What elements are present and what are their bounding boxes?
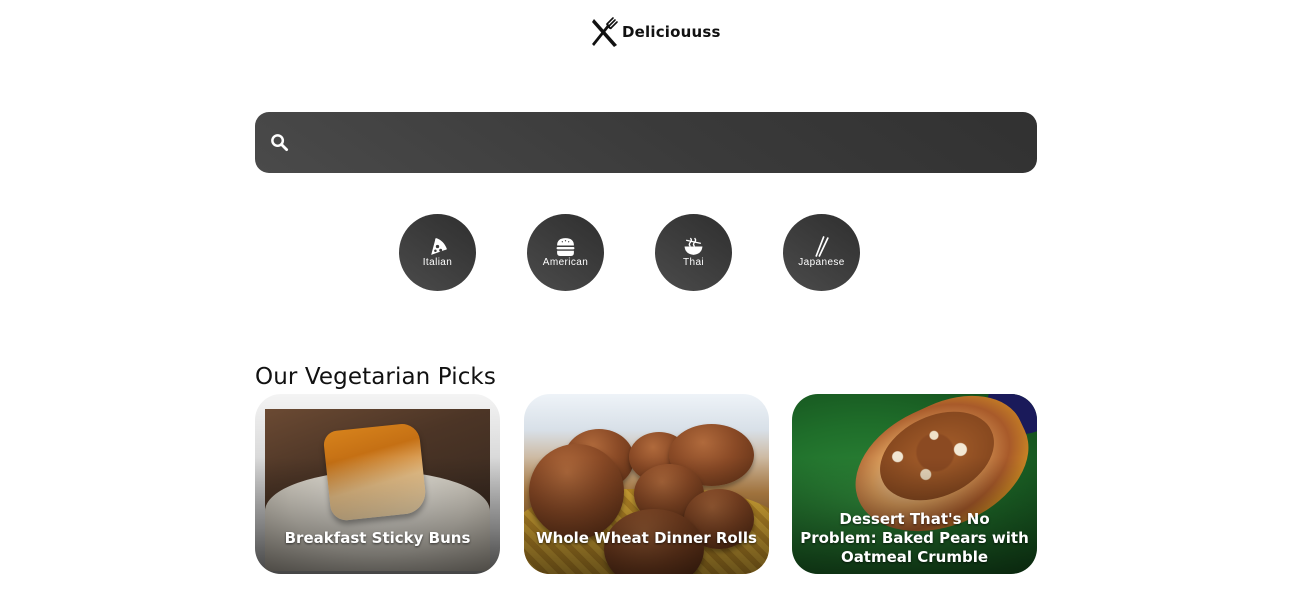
search-bar — [255, 112, 1037, 173]
recipe-card-whole-wheat-dinner-rolls[interactable]: Whole Wheat Dinner Rolls — [524, 394, 769, 574]
card-title: Dessert That's No Problem: Baked Pears w… — [800, 510, 1029, 566]
fork-knife-icon — [592, 17, 618, 47]
recipe-card-breakfast-sticky-buns[interactable]: Breakfast Sticky Buns — [255, 394, 500, 574]
page: Deliciouuss Italian American Thai Japane… — [0, 0, 1289, 609]
category-label: American — [542, 257, 589, 268]
category-label: Japanese — [798, 257, 845, 268]
category-label: Thai — [682, 257, 705, 268]
card-title: Breakfast Sticky Buns — [284, 529, 471, 547]
noodle-bowl-icon — [684, 237, 703, 255]
hamburger-icon — [556, 238, 575, 256]
card-title: Whole Wheat Dinner Rolls — [536, 529, 757, 547]
category-italian[interactable]: Italian — [399, 214, 476, 291]
section-title: Our Vegetarian Picks — [255, 364, 496, 390]
logo-text: Deliciouuss — [622, 23, 721, 41]
category-japanese[interactable]: Japanese — [783, 214, 860, 291]
category-thai[interactable]: Thai — [655, 214, 732, 291]
category-label: Italian — [422, 257, 453, 268]
logo-link[interactable]: Deliciouuss — [590, 16, 721, 48]
category-american[interactable]: American — [527, 214, 604, 291]
search-icon — [271, 134, 289, 152]
pizza-icon — [431, 238, 447, 255]
chopsticks-icon — [815, 236, 829, 257]
search-input[interactable] — [301, 112, 1021, 173]
recipe-card-baked-pears[interactable]: Dessert That's No Problem: Baked Pears w… — [792, 394, 1037, 574]
